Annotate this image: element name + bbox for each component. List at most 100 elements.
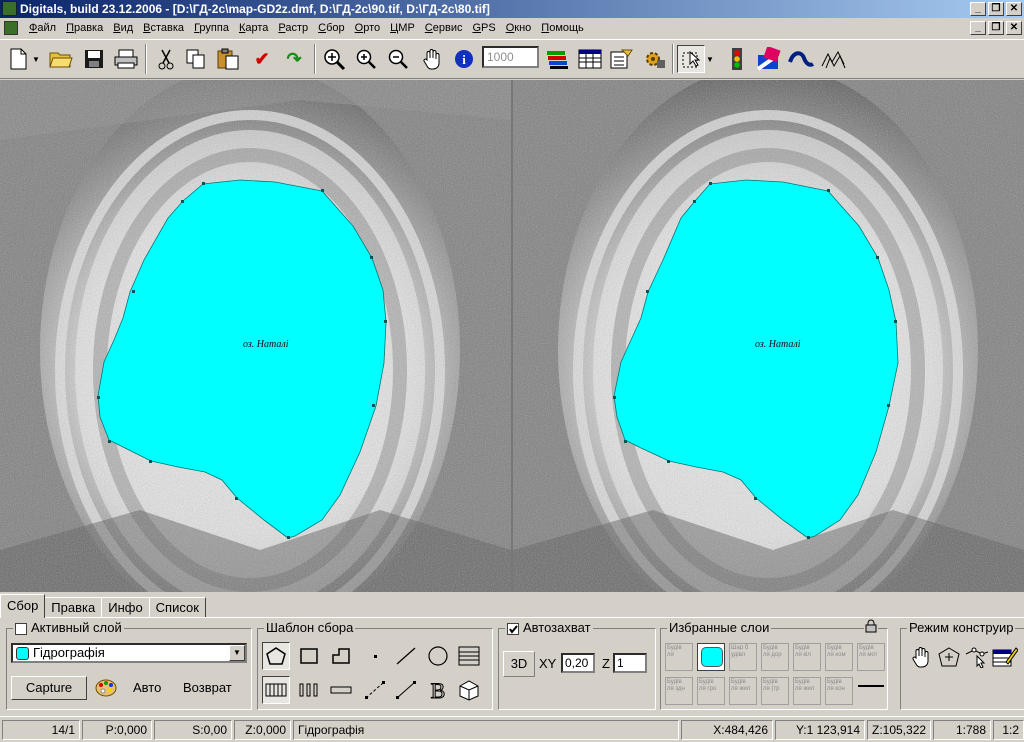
print-icon[interactable] — [112, 45, 140, 73]
palette-icon[interactable] — [95, 677, 117, 702]
auto-button[interactable]: Авто — [133, 680, 161, 695]
menu-help[interactable]: Помощь — [536, 18, 589, 38]
menu-raster[interactable]: Растр — [273, 18, 313, 38]
3d-button[interactable]: 3D — [503, 651, 535, 677]
scale-input[interactable]: 1000 — [482, 46, 539, 68]
fence-template-icon[interactable] — [262, 676, 290, 704]
menu-collect[interactable]: Сбор — [313, 18, 350, 38]
select-tool-icon[interactable] — [677, 45, 705, 73]
right-image-view[interactable]: оз. Наталі — [513, 80, 1024, 592]
menu-view[interactable]: Вид — [108, 18, 138, 38]
menu-map[interactable]: Карта — [234, 18, 273, 38]
menu-service[interactable]: Сервис — [420, 18, 468, 38]
favorite-layer-10[interactable]: Будів ля жил — [729, 677, 757, 705]
pan-hand-icon[interactable] — [418, 45, 446, 73]
hatch-template-icon[interactable] — [455, 642, 483, 670]
tab-edit[interactable]: Правка — [44, 597, 103, 618]
hand-mode-icon[interactable] — [907, 643, 935, 671]
save-icon[interactable] — [80, 45, 108, 73]
table-icon[interactable] — [576, 45, 604, 73]
menu-file[interactable]: Файл — [24, 18, 61, 38]
menu-gps[interactable]: GPS — [467, 18, 500, 38]
favorite-layer-hydrography[interactable] — [697, 643, 725, 671]
window-title: Digitals, build 23.12.2006 - [D:\ГД-2с\m… — [20, 2, 490, 16]
xy-tolerance-input[interactable]: 0,20 — [561, 653, 595, 673]
restore-button[interactable]: ❐ — [988, 2, 1004, 16]
doc-minimize-button[interactable]: _ — [970, 21, 986, 35]
paste-icon[interactable] — [214, 45, 242, 73]
properties-icon[interactable] — [608, 45, 636, 73]
favorite-layer-12[interactable]: Будів ля жил — [793, 677, 821, 705]
building-template-icon[interactable]: B — [424, 676, 452, 704]
menu-insert[interactable]: Вставка — [138, 18, 189, 38]
box-3d-template-icon[interactable] — [455, 676, 483, 704]
point-template-icon[interactable] — [361, 642, 389, 670]
favorite-layer-1[interactable]: Будів ля — [665, 643, 693, 671]
info-icon[interactable]: i — [450, 45, 478, 73]
favorite-layer-8[interactable]: Будів ля здн — [665, 677, 693, 705]
stereo-icon[interactable] — [819, 45, 847, 73]
lake-label-left: оз. Наталі — [243, 339, 289, 350]
select-dropdown-icon[interactable]: ▼ — [703, 45, 717, 73]
favorite-layer-6[interactable]: Будів ля ком — [825, 643, 853, 671]
menu-group[interactable]: Группа — [189, 18, 234, 38]
tab-collect[interactable]: Сбор — [0, 594, 46, 618]
edit-table-icon[interactable] — [991, 643, 1019, 671]
chevron-down-icon[interactable]: ▼ — [229, 645, 245, 661]
autocapture-checkbox[interactable] — [507, 622, 519, 635]
zoom-out-icon[interactable] — [384, 45, 412, 73]
favorite-layer-5[interactable]: Будів ля кіл — [793, 643, 821, 671]
band-template-icon[interactable] — [327, 676, 355, 704]
layers-icon[interactable] — [543, 45, 571, 73]
left-image-view[interactable]: оз. Наталі — [0, 80, 511, 592]
move-vertex-icon[interactable] — [963, 643, 991, 671]
close-button[interactable]: ✕ — [1006, 2, 1022, 16]
favorite-layer-4[interactable]: Будів ля дор — [761, 643, 789, 671]
stereo-views: оз. Наталі оз. Наталі — [0, 80, 1024, 592]
active-layer-select[interactable]: Гідрографія ▼ — [11, 643, 247, 663]
tab-list[interactable]: Список — [148, 597, 206, 618]
circle-template-icon[interactable] — [424, 642, 452, 670]
lock-icon[interactable] — [864, 619, 878, 633]
favorite-layer-9[interactable]: Будів ля гро — [697, 677, 725, 705]
document-icon[interactable] — [4, 21, 18, 35]
polygon-template-icon[interactable] — [262, 642, 290, 670]
l-shape-template-icon[interactable] — [327, 642, 355, 670]
curve-icon[interactable] — [787, 45, 815, 73]
favorite-layer-13[interactable]: Будів ля кон — [825, 677, 853, 705]
favorite-layer-3[interactable]: Шар б удівл — [729, 643, 757, 671]
menu-dem[interactable]: ЦМР — [385, 18, 420, 38]
dropdown-arrow-icon[interactable]: ▼ — [30, 45, 42, 73]
cut-icon[interactable] — [152, 45, 180, 73]
traffic-light-icon[interactable] — [723, 45, 751, 73]
doc-restore-button[interactable]: ❐ — [988, 21, 1004, 35]
menu-edit[interactable]: Правка — [61, 18, 108, 38]
new-document-icon[interactable] — [4, 45, 32, 73]
favorite-layer-line[interactable] — [858, 685, 884, 687]
stripes-template-icon[interactable] — [295, 676, 323, 704]
open-folder-icon[interactable] — [47, 45, 75, 73]
capture-button[interactable]: Capture — [11, 676, 87, 700]
tab-info[interactable]: Инфо — [101, 597, 150, 618]
add-vertex-icon[interactable] — [935, 643, 963, 671]
segment-template-icon[interactable] — [392, 676, 420, 704]
menu-window[interactable]: Окно — [501, 18, 537, 38]
return-button[interactable]: Возврат — [183, 680, 232, 695]
settings-icon[interactable] — [640, 45, 668, 73]
minimize-button[interactable]: _ — [970, 2, 986, 16]
zoom-in-icon[interactable] — [352, 45, 380, 73]
active-layer-checkbox[interactable] — [15, 622, 27, 635]
dotted-line-template-icon[interactable] — [361, 676, 389, 704]
rectangle-template-icon[interactable] — [295, 642, 323, 670]
redo-icon[interactable]: ↷ — [280, 45, 308, 73]
z-tolerance-input[interactable]: 1 — [613, 653, 647, 673]
brush-icon[interactable] — [755, 45, 783, 73]
menu-ortho[interactable]: Орто — [350, 18, 385, 38]
favorite-layer-11[interactable]: Будів ля (тр — [761, 677, 789, 705]
doc-close-button[interactable]: ✕ — [1006, 21, 1022, 35]
copy-icon[interactable] — [182, 45, 210, 73]
zoom-extent-icon[interactable] — [320, 45, 348, 73]
favorite-layer-7[interactable]: Будів ля мот — [857, 643, 885, 671]
check-icon[interactable]: ✔ — [248, 45, 276, 73]
line-template-icon[interactable] — [392, 642, 420, 670]
